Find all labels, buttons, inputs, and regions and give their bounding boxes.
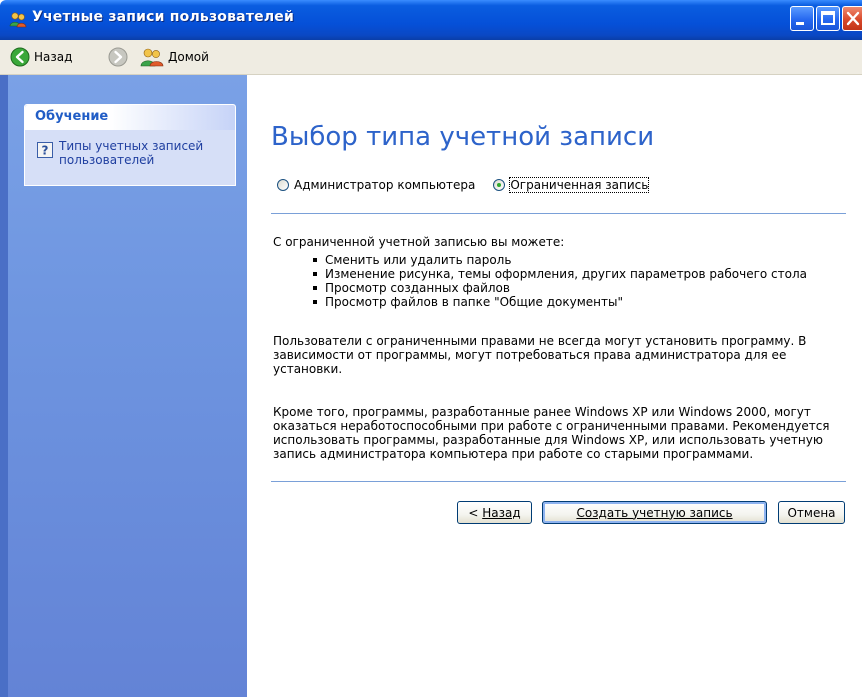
nav-home-label: Домой xyxy=(168,50,209,64)
list-item: Изменение рисунка, темы оформления, друг… xyxy=(313,267,833,281)
users-home-icon xyxy=(140,48,164,67)
forward-arrow-icon xyxy=(108,47,128,67)
nav-home-button[interactable]: Домой xyxy=(140,46,209,68)
radio-administrator-label[interactable]: Администратор компьютера xyxy=(294,178,475,192)
title-bar[interactable]: Учетные записи пользователей xyxy=(0,0,862,40)
radio-limited-label[interactable]: Ограниченная запись xyxy=(509,177,650,193)
divider-bottom xyxy=(271,481,846,482)
create-account-label: Создать учетную запись xyxy=(576,505,733,520)
create-account-button[interactable]: Создать учетную запись xyxy=(542,501,767,524)
help-icon: ? xyxy=(37,142,53,158)
radio-limited[interactable]: Ограниченная запись xyxy=(493,177,650,193)
user-accounts-icon xyxy=(9,12,27,28)
radio-administrator[interactable]: Администратор компьютера xyxy=(277,178,475,192)
maximize-icon xyxy=(821,11,835,25)
learn-about-header[interactable]: Обучение xyxy=(25,105,235,130)
list-item: Просмотр созданных файлов xyxy=(313,281,833,295)
list-item: Сменить или удалить пароль xyxy=(313,253,833,267)
main-content: Выбор типа учетной записи Администратор … xyxy=(247,75,862,697)
back-button[interactable]: < Назад xyxy=(457,501,532,524)
list-item: Просмотр файлов в папке "Общие документы… xyxy=(313,295,833,309)
window-title: Учетные записи пользователей xyxy=(32,9,294,25)
divider-top xyxy=(271,213,846,214)
nav-forward-button[interactable] xyxy=(108,46,128,68)
minimize-icon xyxy=(796,22,804,25)
cancel-label: Отмена xyxy=(787,505,836,520)
close-button[interactable] xyxy=(842,6,862,31)
limited-rights-paragraph: Пользователи с ограниченными правами не … xyxy=(273,334,807,376)
back-button-prefix: < xyxy=(468,505,483,520)
task-pane-edge xyxy=(0,75,8,697)
svg-text:?: ? xyxy=(42,144,49,158)
learn-about-title: Обучение xyxy=(35,109,109,124)
back-arrow-icon xyxy=(10,47,30,67)
nav-back-label: Назад xyxy=(34,50,73,64)
radio-administrator-button[interactable] xyxy=(277,179,289,191)
maximize-button[interactable] xyxy=(816,6,840,31)
close-icon xyxy=(846,11,860,26)
learn-about-panel: Обучение ? Типы учетных записей пользова… xyxy=(24,104,236,186)
back-button-label: Назад xyxy=(482,505,521,520)
capabilities-intro: С ограниченной учетной записью вы можете… xyxy=(273,235,565,249)
sidebar-link-label[interactable]: Типы учетных записей пользователей xyxy=(59,139,227,167)
radio-limited-button[interactable] xyxy=(493,179,506,191)
compatibility-paragraph: Кроме того, программы, разработанные ран… xyxy=(273,405,830,461)
minimize-button[interactable] xyxy=(790,6,814,31)
page-title: Выбор типа учетной записи xyxy=(271,122,655,152)
capabilities-list: Сменить или удалить пароль Изменение рис… xyxy=(313,253,833,309)
navigation-toolbar: Назад Домой xyxy=(0,40,862,75)
account-type-selector: Администратор компьютера Ограниченная за… xyxy=(277,176,650,194)
user-accounts-window: Учетные записи пользователей Назад Домой… xyxy=(0,0,862,697)
cancel-button[interactable]: Отмена xyxy=(778,501,845,524)
nav-back-button[interactable]: Назад xyxy=(10,46,72,68)
